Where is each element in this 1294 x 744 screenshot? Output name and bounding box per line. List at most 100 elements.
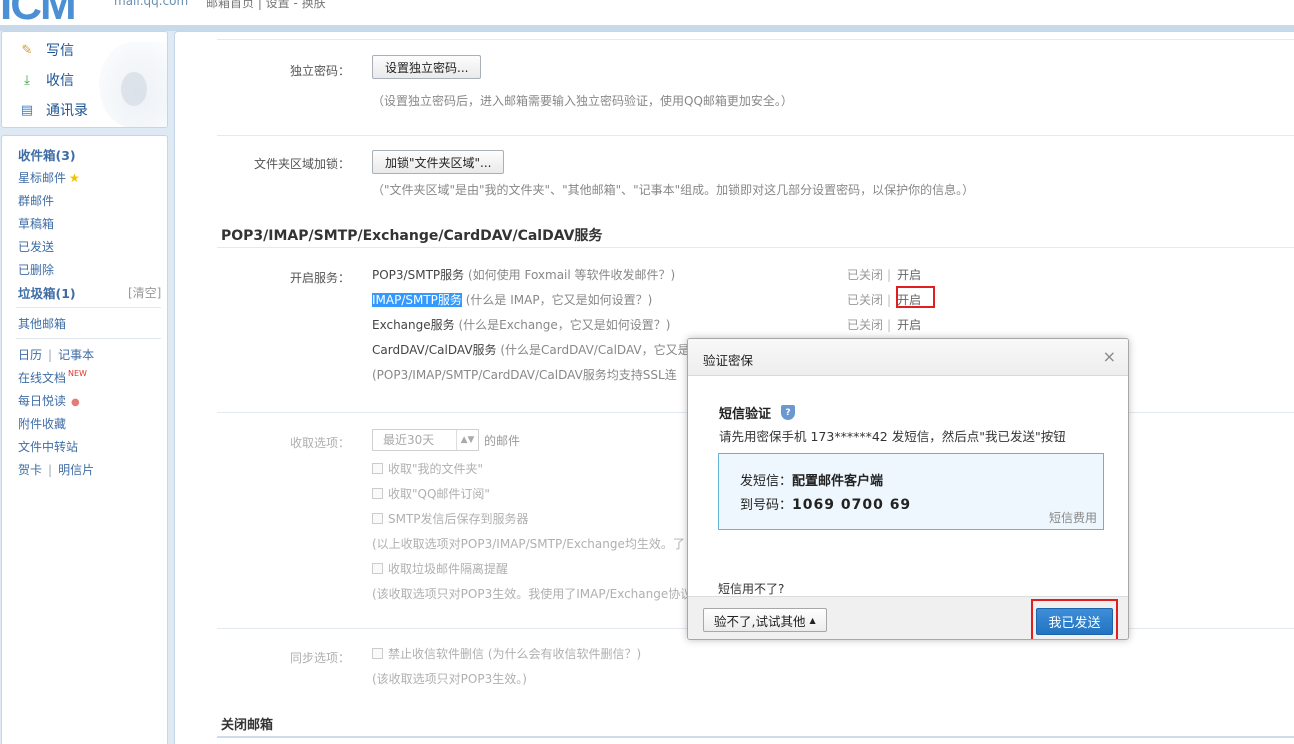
checkbox[interactable] <box>372 563 383 574</box>
row-divider <box>217 135 1294 136</box>
sidebar-item-group[interactable]: 群邮件 <box>18 192 54 209</box>
service-help-link[interactable]: (如何使用 Foxmail 等软件收发邮件？) <box>468 268 675 282</box>
sidebar-item-other[interactable]: 其他邮箱 <box>18 315 66 332</box>
opt-my-folders[interactable]: 收取"我的文件夹" <box>372 460 483 477</box>
lock-folders-button[interactable]: 加锁"文件夹区域"... <box>372 150 505 174</box>
enable-exchange-link[interactable]: 开启 <box>897 318 921 332</box>
pwd-label: 独立密码： <box>289 64 350 78</box>
contacts-label: 通讯录 <box>46 103 88 119</box>
cards-link[interactable]: 贺卡 <box>18 463 42 477</box>
receive-button[interactable]: ⤓ 收信 <box>18 70 74 90</box>
select-arrow-icon: ▲▼ <box>456 430 478 450</box>
sync-label: 同步选项： <box>289 651 350 665</box>
sidebar-item-inbox[interactable]: 收件箱(3) <box>18 145 76 164</box>
close-mailbox-title: 关闭邮箱 <box>221 718 274 733</box>
sms-fee-link[interactable]: 短信费用 <box>1049 509 1097 526</box>
contacts-button[interactable]: ▤ 通讯录 <box>18 100 88 120</box>
sidebar-item-cards: 贺卡 | 明信片 <box>18 463 95 477</box>
sms-unavailable-link[interactable]: 短信用不了? <box>718 580 784 597</box>
sidebar-item-daily[interactable]: 每日悦读 ● <box>18 392 80 409</box>
starred-label: 星标邮件 <box>18 171 67 185</box>
folder-lock-hint: （"文件夹区域"是由"我的文件夹"、"其他邮箱"、"记事本"组成。加锁即对这几部… <box>372 183 975 197</box>
sms-content-row: 发短信：配置邮件客户端 <box>740 470 883 489</box>
receive-suffix: 的邮件 <box>484 434 521 448</box>
service-exchange: Exchange服务 (什么是Exchange，它又是如何设置？) <box>372 316 670 333</box>
unread-dot-icon: ● <box>71 397 80 408</box>
top-bar: ICM mail.qq.com 邮箱首页 | 设置 - 换肤 <box>0 0 1294 25</box>
calendar-link[interactable]: 日历 <box>18 348 42 362</box>
opt-save-smtp[interactable]: SMTP发信后保存到服务器 <box>372 510 529 527</box>
option-label: 收取"QQ邮件订阅" <box>388 487 490 501</box>
sidebar-item-junk[interactable]: 垃圾箱(1) <box>18 283 76 302</box>
receive-label: 收取选项： <box>289 436 350 450</box>
sidebar-item-drafts[interactable]: 草稿箱 <box>18 215 54 232</box>
status-closed: 已关闭 <box>847 293 884 307</box>
sms-info-box: 发短信：配置邮件客户端 到号码：1069 0700 69 短信费用 <box>718 453 1104 530</box>
sidebar-item-deleted[interactable]: 已删除 <box>18 261 54 278</box>
service-name: CardDAV/CalDAV服务 <box>372 343 497 357</box>
verify-dialog: 验证密保 × 短信验证 ? 请先用密保手机 173******42 发短信，然后… <box>687 338 1129 640</box>
opt-no-delete[interactable]: 禁止收信软件删信 (为什么会有收信软件删信？) <box>372 645 641 662</box>
opt-hint-1: (以上收取选项对POP3/IMAP/SMTP/Exchange均生效。了 <box>372 537 685 551</box>
i-have-sent-button[interactable]: 我已发送 <box>1036 608 1113 635</box>
row-divider <box>217 39 1294 40</box>
service-status: 已关闭 | 开启 <box>847 318 922 332</box>
opt-qq-subscriptions[interactable]: 收取"QQ邮件订阅" <box>372 485 490 502</box>
option-label: 禁止收信软件删信 <box>388 647 485 661</box>
star-icon: ★ <box>69 171 80 185</box>
sms-instructions: 请先用密保手机 173******42 发短信，然后点"我已发送"按钮 <box>719 429 1066 444</box>
service-carddav: CardDAV/CalDAV服务 (什么是CardDAV/CalDAV，它又是 <box>372 341 690 358</box>
option-label: 收取垃圾邮件隔离提醒 <box>388 562 509 576</box>
triangle-up-icon: ▲ <box>809 615 816 625</box>
sync-help-link[interactable]: (为什么会有收信软件删信？) <box>488 647 641 661</box>
enable-pop3-link[interactable]: 开启 <box>897 268 921 282</box>
section-divider <box>217 736 1294 738</box>
try-other-label: 验不了,试试其他 <box>714 613 806 629</box>
service-help-link[interactable]: (什么是CardDAV/CalDAV，它又是 <box>500 343 689 357</box>
notes-link[interactable]: 记事本 <box>58 348 94 362</box>
receive-label: 收信 <box>46 73 74 89</box>
set-password-button[interactable]: 设置独立密码... <box>372 55 482 79</box>
service-name: IMAP/SMTP服务 <box>372 293 462 307</box>
row-divider <box>217 247 1294 248</box>
checkbox[interactable] <box>372 488 383 499</box>
sidebar-item-sent[interactable]: 已发送 <box>18 238 54 255</box>
service-name: POP3/SMTP服务 <box>372 268 465 282</box>
close-icon[interactable]: × <box>1103 347 1116 366</box>
service-help-link[interactable]: (什么是Exchange，它又是如何设置？) <box>458 318 670 332</box>
sidebar-item-transfer[interactable]: 文件中转站 <box>18 438 78 455</box>
sidebar-divider <box>16 307 161 308</box>
sidebar-folders: 收件箱(3) 星标邮件 ★ 群邮件 草稿箱 已发送 已删除 垃圾箱(1) [清空]… <box>1 135 168 744</box>
try-other-method-button[interactable]: 验不了,试试其他 ▲ <box>703 608 827 632</box>
sidebar-item-attachments[interactable]: 附件收藏 <box>18 415 66 432</box>
service-pop3-smtp: POP3/SMTP服务 (如何使用 Foxmail 等软件收发邮件？) <box>372 266 675 283</box>
opt-hint-2: (该收取选项只对POP3生效。我使用了IMAP/Exchange协议 <box>372 587 693 601</box>
sms-verify-title: 短信验证 ? <box>719 403 796 422</box>
opt-junk-reminder[interactable]: 收取垃圾邮件隔离提醒 <box>372 560 508 577</box>
checkbox[interactable] <box>372 648 383 659</box>
compose-label: 写信 <box>46 43 74 59</box>
qq-mail-logo[interactable]: ICM <box>0 0 77 25</box>
sidebar-toolbox: ✎ 写信 ⤓ 收信 ▤ 通讯录 <box>1 31 168 128</box>
service-label: 开启服务： <box>289 271 350 285</box>
receive-range-select[interactable]: 最近30天 ▲▼ <box>372 429 479 451</box>
junk-clear-link[interactable]: [清空] <box>128 284 161 301</box>
service-name: Exchange服务 <box>372 318 455 332</box>
sms-content-label: 发短信： <box>740 474 793 489</box>
postcards-link[interactable]: 明信片 <box>58 463 94 477</box>
shield-icon[interactable]: ? <box>781 405 796 420</box>
select-value: 最近30天 <box>383 433 435 447</box>
sidebar-divider <box>16 338 161 339</box>
folder-lock-label: 文件夹区域加锁： <box>253 157 350 171</box>
sidebar-item-docs[interactable]: 在线文档 NEW <box>18 369 87 386</box>
status-closed: 已关闭 <box>847 318 884 332</box>
sidebar-item-starred[interactable]: 星标邮件 ★ <box>18 169 80 186</box>
top-links[interactable]: 邮箱首页 | 设置 - 换肤 <box>206 0 326 11</box>
service-help-link[interactable]: (什么是 IMAP，它又是如何设置？) <box>466 293 653 307</box>
contacts-icon: ▤ <box>20 102 34 118</box>
penguin-watermark-shape <box>121 72 147 106</box>
compose-button[interactable]: ✎ 写信 <box>18 40 74 60</box>
checkbox[interactable] <box>372 513 383 524</box>
pwd-hint: （设置独立密码后，进入邮箱需要输入独立密码验证，使用QQ邮箱更加安全。） <box>372 94 793 108</box>
checkbox[interactable] <box>372 463 383 474</box>
